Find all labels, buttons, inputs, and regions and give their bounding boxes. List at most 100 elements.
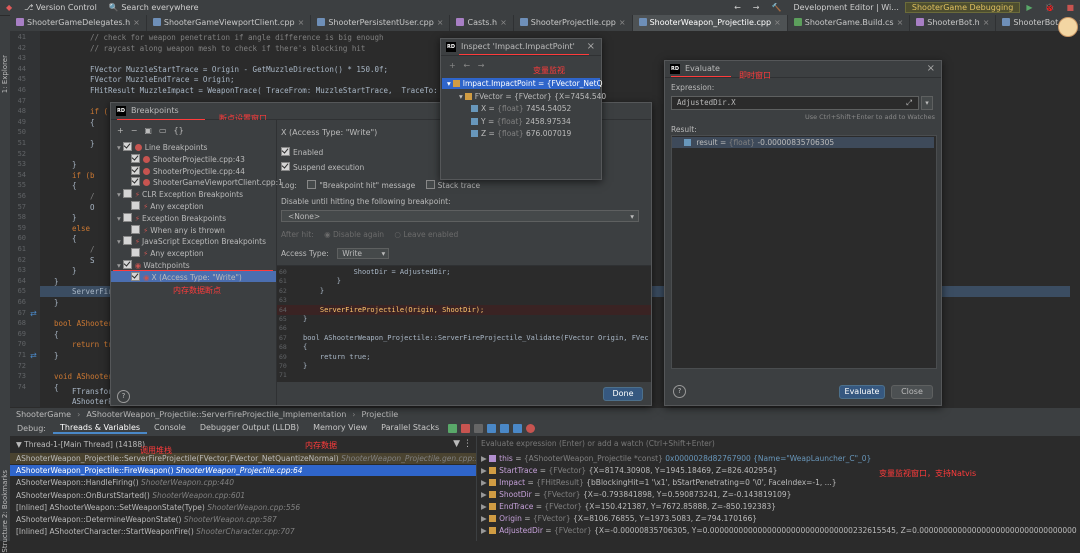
back-icon[interactable]: ←: [463, 61, 470, 70]
stack-frame[interactable]: AShooterWeapon::HandleFiring() ShooterWe…: [16, 478, 234, 487]
stack-frame[interactable]: [Inlined] AShooterWeapon::SetWeaponState…: [16, 503, 300, 512]
close-icon[interactable]: ×: [983, 18, 990, 27]
resume-icon[interactable]: [448, 423, 458, 433]
history-dropdown[interactable]: ▾: [921, 96, 933, 110]
breakpoint-checkbox[interactable]: [131, 177, 140, 187]
breakpoint-tree-item[interactable]: ▾ ⚡ Exception Breakpoints: [117, 212, 226, 223]
variable-row[interactable]: ▶ StartTrace = {FVector} {X=8174.30908, …: [481, 466, 777, 475]
breakpoint-tree-item[interactable]: ▾ ⚡ CLR Exception Breakpoints: [117, 189, 243, 199]
breakpoint-tree-item[interactable]: ShooterGameViewportClient.cpp:1: [131, 177, 283, 187]
breakpoint-tree-item[interactable]: ⚡ When any is thrown: [131, 224, 225, 235]
breakpoint-tree-item[interactable]: ◉ X (Access Type: "Write"): [131, 271, 242, 282]
breakpoint-tree-item[interactable]: ▾ ⚡ JavaScript Exception Breakpoints: [117, 236, 266, 246]
expand-arrow-icon[interactable]: ▶: [481, 466, 489, 475]
more-icon[interactable]: ⋮: [463, 439, 472, 449]
expand-arrow-icon[interactable]: ▶: [481, 526, 489, 535]
breakpoint-checkbox[interactable]: [131, 201, 140, 210]
stack-frame[interactable]: AShooterWeapon_Projectile::ServerFirePro…: [16, 454, 489, 463]
run-icon[interactable]: ▶: [1020, 3, 1038, 12]
expand-arrow-icon[interactable]: ▶: [481, 514, 489, 523]
done-button[interactable]: Done: [603, 387, 643, 401]
breakpoints-help-button[interactable]: ?: [117, 390, 130, 403]
expression-input[interactable]: AdjustedDir.X ⤢: [671, 96, 919, 110]
enabled-checkbox[interactable]: Enabled: [281, 147, 323, 157]
breakpoint-checkbox[interactable]: [122, 189, 132, 199]
variable-row[interactable]: ▶ AdjustedDir = {FVector} {X=-0.00000835…: [481, 526, 1077, 535]
breakpoint-tree-item[interactable]: ShooterProjectile.cpp:44: [131, 165, 245, 176]
tab-3[interactable]: Casts.h ×: [450, 15, 514, 31]
evaluate-button[interactable]: Evaluate: [839, 385, 885, 399]
breakpoint-tree-item[interactable]: ▾ ◉ Watchpoints: [117, 260, 190, 270]
log-message-checkbox[interactable]: "Breakpoint hit" message: [307, 180, 415, 190]
override-icon[interactable]: ⇄: [30, 309, 37, 318]
close-button[interactable]: Close: [891, 385, 933, 399]
close-icon[interactable]: ×: [437, 18, 444, 27]
step-into-icon[interactable]: [500, 423, 510, 433]
tab-2[interactable]: ShooterPersistentUser.cpp ×: [311, 15, 451, 31]
mute-breakpoints-icon[interactable]: [526, 423, 536, 433]
pause-icon[interactable]: [474, 423, 484, 433]
debug-icon[interactable]: 🐞: [1038, 3, 1060, 12]
suspend-checkbox[interactable]: Suspend execution: [281, 162, 364, 172]
debug-tab-2[interactable]: Debugger Output (LLDB): [193, 423, 306, 434]
access-type-select[interactable]: Write ▾: [337, 248, 390, 259]
close-icon[interactable]: ×: [298, 18, 305, 27]
breakpoint-tool-1[interactable]: −: [131, 126, 138, 135]
stack-frame[interactable]: AShooterWeapon_Projectile::FireWeapon() …: [16, 466, 303, 475]
leave-enabled-radio[interactable]: ○ Leave enabled: [394, 230, 458, 239]
breakpoint-checkbox[interactable]: [131, 248, 140, 258]
tab-4[interactable]: ShooterProjectile.cpp ×: [514, 15, 633, 31]
close-icon[interactable]: ×: [619, 18, 626, 27]
close-icon[interactable]: ×: [133, 18, 140, 27]
close-icon[interactable]: ×: [774, 18, 781, 27]
chevron-down-icon[interactable]: ▾: [117, 237, 121, 246]
stack-frame[interactable]: [Inlined] AShooterCharacter::StartWeapon…: [16, 527, 295, 536]
filter-icon[interactable]: ▼: [453, 439, 460, 449]
breadcrumb-item[interactable]: Projectile: [355, 410, 404, 419]
breakpoint-tree-item[interactable]: ShooterProjectile.cpp:43: [131, 153, 245, 164]
breakpoint-tree-item[interactable]: ⚡ Any exception: [131, 248, 204, 258]
inspect-row[interactable]: ▾ FVector = {FVector} {X=7454.540: [459, 92, 606, 101]
breakpoint-checkbox[interactable]: [131, 271, 140, 281]
chevron-down-icon[interactable]: ▾: [117, 190, 121, 199]
stack-frame[interactable]: AShooterWeapon::OnBurstStarted() Shooter…: [16, 491, 245, 500]
variable-row[interactable]: ▶ Origin = {FVector} {X=8106.76855, Y=19…: [481, 514, 757, 523]
tab-0[interactable]: ShooterGameDelegates.h ×: [10, 15, 147, 31]
debug-tab-3[interactable]: Memory View: [306, 423, 374, 434]
debug-tab-0[interactable]: Threads & Variables: [53, 423, 148, 434]
step-over-icon[interactable]: [487, 423, 497, 433]
close-icon[interactable]: ×: [897, 18, 904, 27]
expand-icon[interactable]: ⤢: [906, 97, 912, 109]
breadcrumb-item[interactable]: ShooterGame: [10, 410, 77, 419]
thread-selector[interactable]: ▼ Thread-1-[Main Thread] (14188): [16, 440, 145, 449]
chevron-down-icon[interactable]: ▾: [459, 92, 463, 101]
disable-again-radio[interactable]: ◉ Disable again: [324, 230, 384, 239]
avatar[interactable]: [1058, 17, 1078, 37]
build-icon[interactable]: 🔨: [765, 3, 787, 12]
close-icon[interactable]: ×: [927, 61, 935, 77]
breakpoint-checkbox[interactable]: [131, 224, 140, 234]
back-icon[interactable]: ←: [728, 3, 747, 12]
breakpoint-tool-0[interactable]: +: [117, 126, 124, 135]
breakpoint-tool-2[interactable]: ▣: [144, 126, 152, 135]
run-config-select[interactable]: ShooterGame Debugging: [904, 2, 1021, 13]
expand-arrow-icon[interactable]: ▶: [481, 502, 489, 511]
structure-tab[interactable]: Structure: [1, 520, 9, 553]
breakpoint-tree-item[interactable]: ⚡ Any exception: [131, 201, 204, 211]
chevron-down-icon[interactable]: ▾: [117, 261, 121, 270]
editor-mode-select[interactable]: Development Editor | Wi...: [787, 3, 904, 12]
disable-until-select[interactable]: <None> ▾: [281, 210, 639, 222]
bookmarks-tab[interactable]: 2: Bookmarks: [1, 470, 9, 518]
variable-row[interactable]: ▶ EndTrace = {FVector} {X=150.421387, Y=…: [481, 502, 776, 511]
inspect-row[interactable]: Z = {float} 676.007019: [471, 129, 571, 138]
breakpoint-tool-4[interactable]: {}: [174, 126, 184, 135]
expand-arrow-icon[interactable]: ▶: [481, 454, 489, 463]
tab-6[interactable]: ShooterGame.Build.cs ×: [788, 15, 911, 31]
breakpoint-checkbox[interactable]: [122, 142, 132, 151]
breakpoint-tool-3[interactable]: ▭: [159, 126, 167, 135]
stack-trace-checkbox[interactable]: Stack trace: [425, 180, 480, 190]
tab-5[interactable]: ShooterWeapon_Projectile.cpp ×: [632, 15, 788, 31]
breakpoint-checkbox[interactable]: [122, 212, 132, 222]
variable-row[interactable]: ▶ Impact = {FHitResult} {bBlockingHit=1 …: [481, 478, 837, 487]
stop-debug-icon[interactable]: [461, 423, 471, 433]
